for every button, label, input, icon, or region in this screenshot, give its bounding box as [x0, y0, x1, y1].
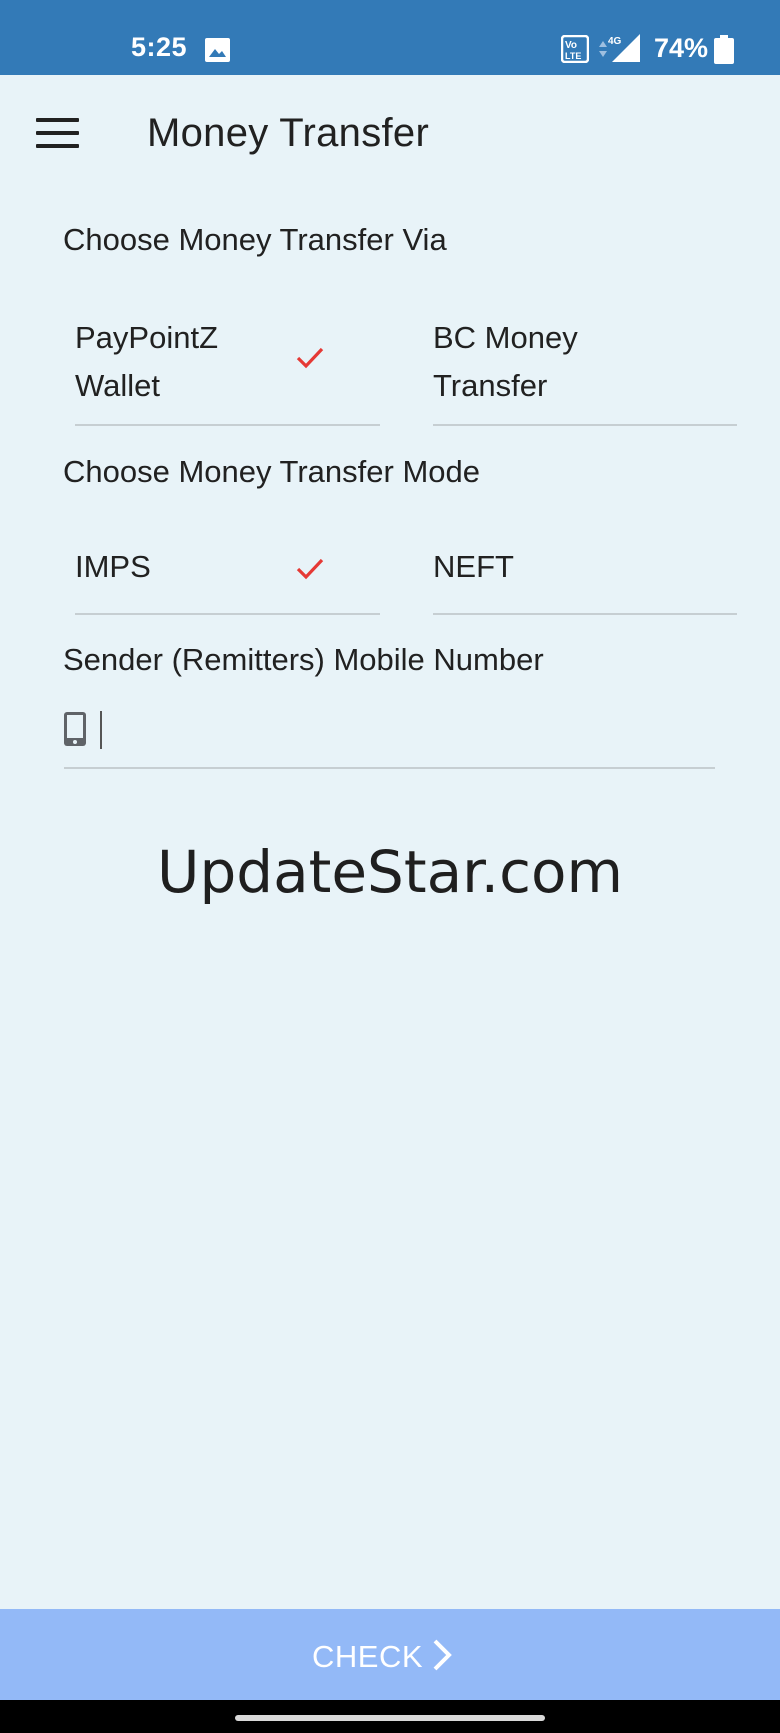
sender-mobile-label: Sender (Remitters) Mobile Number: [63, 642, 544, 677]
option-imps[interactable]: IMPS: [75, 515, 380, 615]
option-label: NEFT: [433, 549, 514, 584]
gallery-icon: [205, 38, 230, 62]
svg-text:LTE: LTE: [565, 51, 581, 61]
transfer-via-label: Choose Money Transfer Via: [63, 222, 447, 257]
hamburger-menu-icon[interactable]: [36, 118, 79, 148]
check-button-label: CHECK: [312, 1639, 424, 1674]
transfer-mode-label: Choose Money Transfer Mode: [63, 454, 480, 489]
sender-mobile-input[interactable]: [104, 705, 704, 755]
option-label: Transfer: [433, 368, 548, 403]
home-gesture-handle[interactable]: [235, 1715, 545, 1721]
battery-percentage: 74%: [654, 33, 709, 63]
battery-icon: [714, 35, 734, 64]
data-arrows-icon: [599, 41, 607, 57]
watermark-text: UpdateStar.com: [157, 838, 623, 906]
system-nav-bar: [0, 1700, 780, 1733]
text-cursor: [100, 711, 102, 749]
status-time: 5:25: [131, 32, 188, 62]
chevron-right-icon: [433, 1639, 452, 1671]
app-bar: Money Transfer: [0, 75, 780, 190]
check-icon: [296, 347, 324, 369]
network-type: 4G: [608, 36, 622, 47]
option-label: Wallet: [75, 368, 160, 403]
page-title: Money Transfer: [147, 111, 430, 155]
status-bar: 5:25 Vo LTE 4G 74%: [0, 0, 780, 75]
sender-mobile-field[interactable]: [64, 695, 715, 769]
svg-text:Vo: Vo: [565, 40, 577, 51]
option-label: PayPointZ: [75, 320, 219, 355]
option-label: IMPS: [75, 549, 151, 584]
option-paypointz-wallet[interactable]: PayPointZ Wallet: [75, 320, 380, 426]
option-bc-money-transfer[interactable]: BC Money Transfer: [433, 320, 737, 426]
phone-icon: [64, 712, 86, 746]
check-button[interactable]: CHECK: [0, 1609, 780, 1700]
option-label: BC Money: [433, 320, 578, 355]
option-neft[interactable]: NEFT: [433, 515, 737, 615]
volte-icon: Vo LTE: [561, 35, 589, 63]
signal-icon: 4G: [608, 34, 640, 62]
check-icon: [296, 558, 324, 580]
